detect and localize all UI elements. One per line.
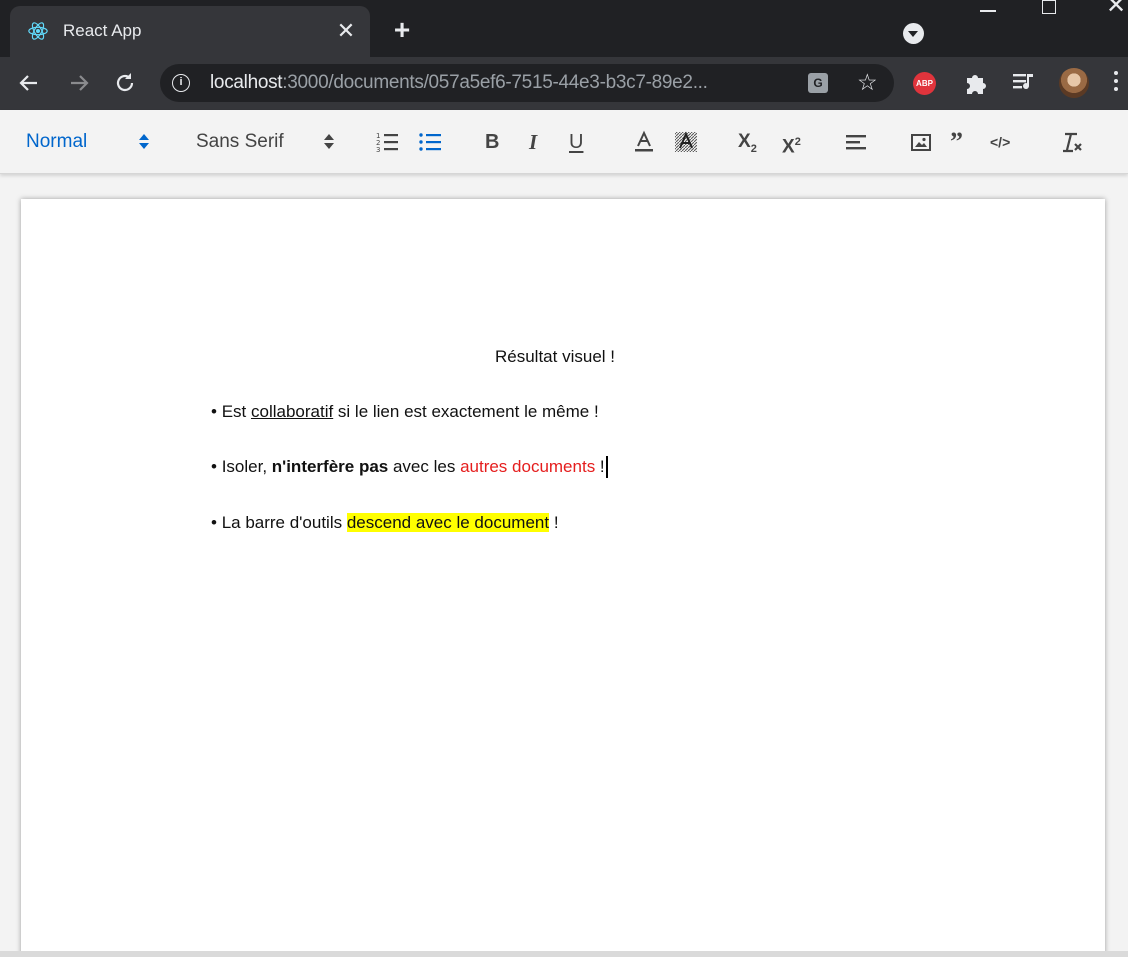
url-text[interactable]: localhost:3000/documents/057a5ef6-7515-4… bbox=[210, 72, 708, 94]
tab-close-icon[interactable]: ✕ bbox=[334, 19, 358, 43]
text-segment: ! bbox=[549, 513, 559, 532]
media-queue-icon[interactable] bbox=[1012, 71, 1036, 93]
back-arrow-icon[interactable] bbox=[16, 70, 42, 96]
align-left-icon[interactable] bbox=[845, 130, 869, 154]
text-segment: si le lien est exactement le même ! bbox=[333, 402, 599, 421]
list-item: • Isoler, n'interfère pas avec les autre… bbox=[211, 456, 608, 478]
code-block-icon[interactable]: </> bbox=[990, 130, 1010, 154]
tab-search-icon[interactable] bbox=[903, 23, 924, 44]
puzzle-icon[interactable] bbox=[964, 71, 986, 95]
star-icon[interactable]: ☆ bbox=[857, 70, 878, 94]
window-close-icon[interactable]: ✕ bbox=[1106, 0, 1126, 18]
bullet: • bbox=[211, 457, 222, 476]
text-color-icon[interactable] bbox=[632, 130, 656, 154]
translate-icon[interactable]: G bbox=[808, 73, 828, 93]
editor-toolbar: Normal Sans Serif 1 2 3 B I U X2 X2 ” </… bbox=[0, 110, 1128, 174]
text-segment: ! bbox=[595, 457, 605, 476]
new-tab-button[interactable]: + bbox=[388, 16, 416, 44]
svg-text:3: 3 bbox=[376, 146, 380, 154]
clear-format-icon[interactable] bbox=[1059, 130, 1085, 154]
list-item: • La barre d'outils descend avec le docu… bbox=[211, 512, 559, 534]
document-page[interactable]: Résultat visuel ! • Est collaboratif si … bbox=[21, 199, 1105, 957]
forward-arrow-icon[interactable] bbox=[66, 70, 92, 96]
browser-toolbar: i localhost:3000/documents/057a5ef6-7515… bbox=[0, 57, 1128, 110]
subscript-button[interactable]: X2 bbox=[738, 130, 757, 155]
text-segment: La barre d'outils bbox=[221, 513, 347, 532]
bullet: • bbox=[211, 402, 222, 421]
adblock-extension-icon[interactable]: ABP bbox=[913, 72, 936, 95]
text-segment: Isoler, bbox=[221, 457, 272, 476]
react-favicon-icon bbox=[28, 22, 48, 40]
ordered-list-icon[interactable]: 1 2 3 bbox=[375, 130, 399, 154]
italic-button[interactable]: I bbox=[529, 130, 537, 154]
list-item: • Est collaboratif si le lien est exacte… bbox=[211, 401, 599, 423]
window-maximize-icon[interactable] bbox=[1042, 0, 1056, 14]
background-color-icon[interactable] bbox=[673, 130, 699, 154]
bullet-list-icon[interactable] bbox=[418, 130, 442, 154]
browser-tab-strip: React App ✕ + ✕ bbox=[0, 0, 1128, 57]
superscript-button[interactable]: X2 bbox=[782, 130, 801, 157]
window-minimize-icon[interactable] bbox=[980, 10, 996, 12]
url-host: localhost bbox=[210, 72, 283, 93]
bold-text: n'interfère pas bbox=[271, 457, 389, 476]
header-select[interactable]: Normal bbox=[26, 130, 87, 154]
url-path: :3000/documents/057a5ef6-7515-44e3-b3c7-… bbox=[282, 72, 708, 93]
red-text: autres documents bbox=[460, 457, 596, 476]
blockquote-icon[interactable]: ” bbox=[950, 129, 963, 155]
font-select-arrows-icon[interactable] bbox=[324, 134, 334, 150]
document-title: Résultat visuel ! bbox=[495, 347, 615, 366]
underline-button[interactable]: U bbox=[569, 130, 583, 154]
reload-icon[interactable] bbox=[112, 70, 138, 96]
text-segment: avec les bbox=[388, 457, 461, 476]
browser-tab[interactable]: React App ✕ bbox=[10, 6, 370, 57]
underlined-text: collaboratif bbox=[250, 402, 334, 421]
font-select[interactable]: Sans Serif bbox=[196, 130, 284, 154]
info-icon[interactable]: i bbox=[172, 74, 190, 92]
text-caret bbox=[605, 456, 608, 478]
profile-avatar[interactable] bbox=[1059, 68, 1089, 98]
tab-title: React App bbox=[63, 21, 142, 40]
highlighted-text: descend avec le document bbox=[346, 513, 550, 532]
bold-button[interactable]: B bbox=[485, 130, 499, 154]
header-select-arrows-icon[interactable] bbox=[139, 134, 149, 150]
kebab-menu-icon[interactable] bbox=[1113, 71, 1119, 95]
window-bottom-edge bbox=[0, 951, 1128, 957]
address-bar[interactable]: i localhost:3000/documents/057a5ef6-7515… bbox=[160, 64, 894, 102]
image-icon[interactable] bbox=[910, 130, 932, 154]
bullet: • bbox=[211, 513, 222, 532]
text-segment: Est bbox=[221, 402, 251, 421]
